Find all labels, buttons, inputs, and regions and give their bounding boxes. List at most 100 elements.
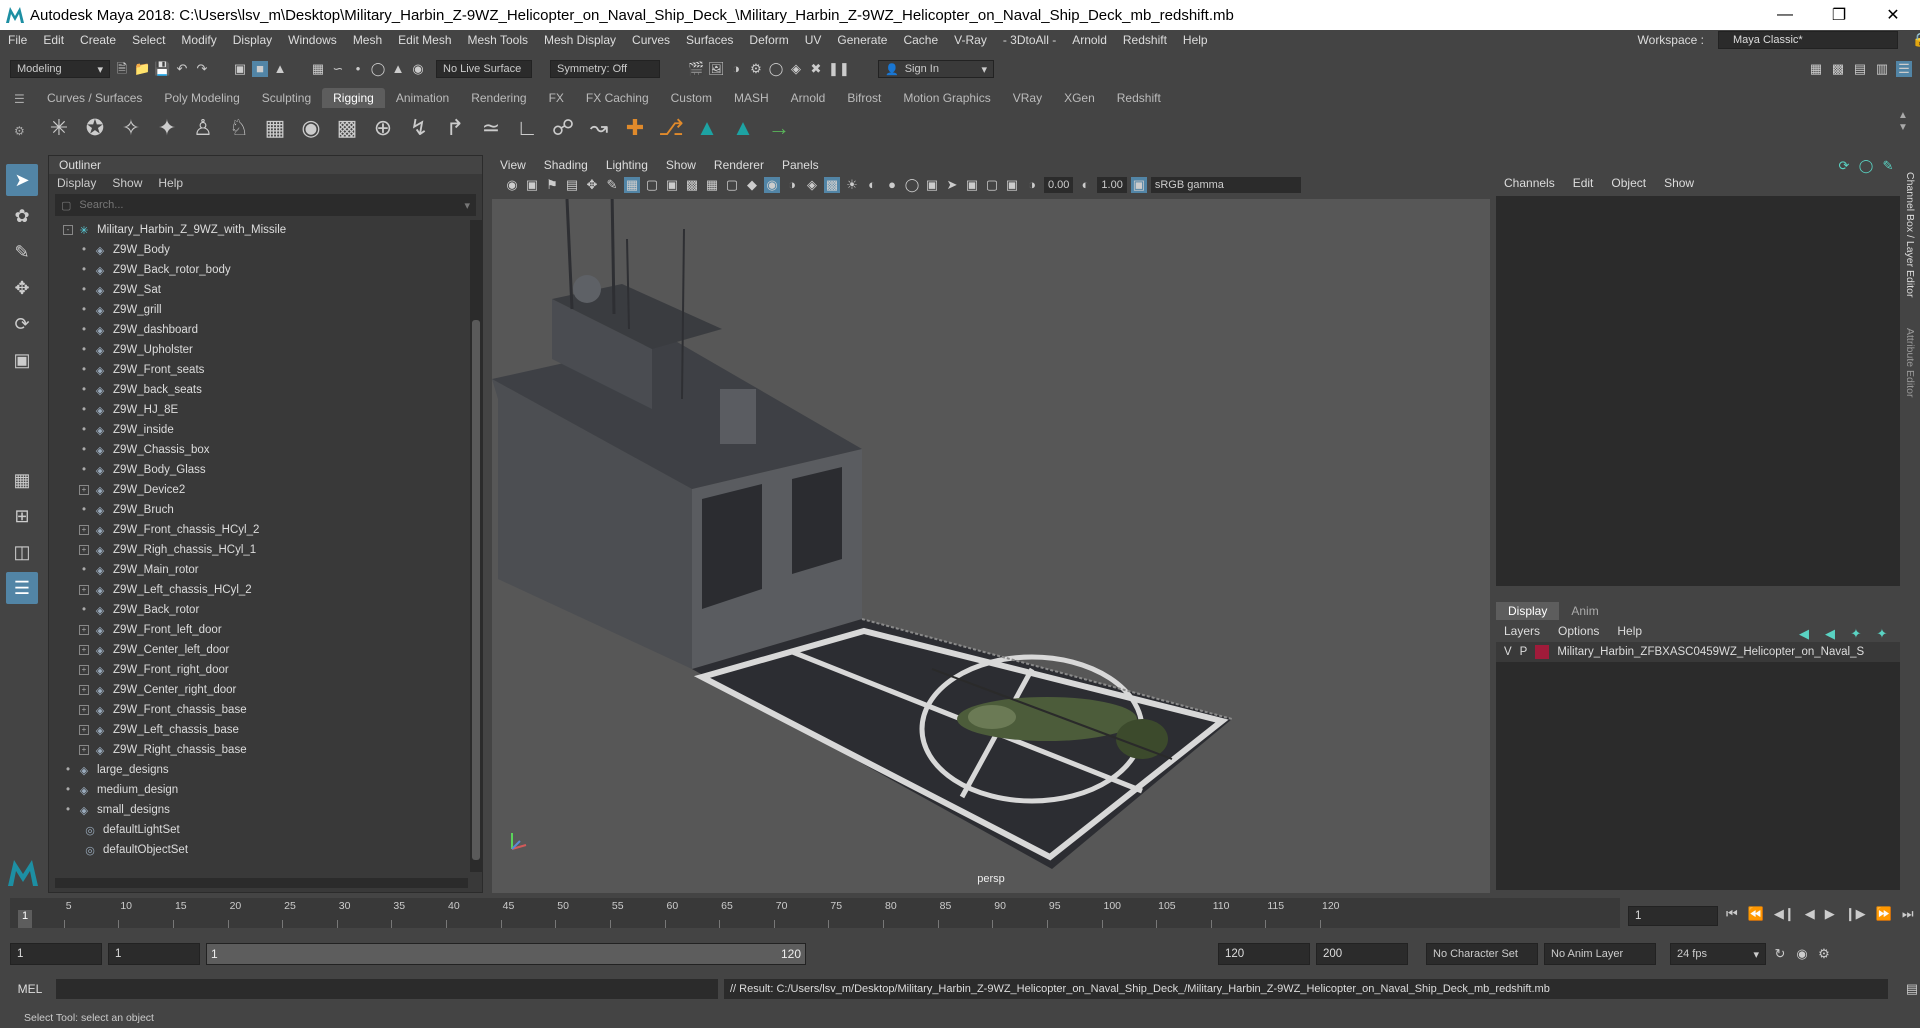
menu-modify[interactable]: Modify [173,33,224,47]
outliner-item[interactable]: ◎ defaultLightSet [49,820,468,840]
parent-constraint-icon[interactable]: ⎇ [658,115,684,141]
shelf-tab-xgen[interactable]: XGen [1053,88,1106,108]
smooth-shade-icon[interactable]: ◉ [764,177,780,193]
3d-scene-view[interactable] [492,188,1490,893]
viewport-menu-shading[interactable]: Shading [544,158,588,172]
menu-redshift[interactable]: Redshift [1115,33,1175,47]
render-view-icon[interactable]: 🖼 [708,61,725,77]
grid-icon[interactable]: ▦ [624,177,640,193]
menu-select[interactable]: Select [124,33,173,47]
move-tool-icon[interactable]: ✥ [6,272,38,304]
outliner-item[interactable]: • ◈ Z9W_Upholster [49,340,468,360]
single-perspective-layout-icon[interactable]: ▦ [6,464,38,496]
shelf-tab-fx-caching[interactable]: FX Caching [575,88,660,108]
auto-key-icon[interactable]: ◉ [1794,946,1810,962]
exposure-field[interactable]: 0.00 [1044,177,1074,193]
viewport-menu-panels[interactable]: Panels [782,158,819,172]
menu-cache[interactable]: Cache [895,33,946,47]
select-tool-icon[interactable]: ➤ [6,164,38,196]
layer-tab-display[interactable]: Display [1496,602,1560,620]
field-chart-icon[interactable]: ▦ [704,177,720,193]
outliner-item[interactable]: • ◈ Z9W_Bruch [49,500,468,520]
outliner-item[interactable]: + ◈ Z9W_Center_left_door [49,640,468,660]
step-back-key-icon[interactable]: ⏪ [1748,906,1764,922]
outliner-menu-display[interactable]: Display [57,176,96,190]
gamma-icon[interactable]: ◐ [1077,177,1093,193]
motion-blur-icon[interactable]: ◯ [904,177,920,193]
layer-playback[interactable]: P [1520,646,1528,658]
layer-name[interactable]: Military_Harbin_ZFBXASC0459WZ_Helicopter… [1557,646,1864,658]
outliner-item[interactable]: • ◈ Z9W_Sat [49,280,468,300]
channel-box-menu-edit[interactable]: Edit [1573,176,1594,190]
anti-aliasing-icon[interactable]: ▣ [924,177,940,193]
expand-icon[interactable]: + [79,705,89,715]
menu-mesh-display[interactable]: Mesh Display [536,33,624,47]
scale-tool-icon[interactable]: ▣ [6,344,38,376]
xray-joints-icon[interactable]: ▣ [964,177,980,193]
move-layer-up-icon[interactable]: ◀ [1796,626,1812,642]
point-constraint-icon[interactable]: ✚ [622,115,648,141]
select-by-object-icon[interactable]: ■ [252,61,268,77]
vray-render-icon[interactable]: ◈ [788,61,804,77]
shelf-tab-custom[interactable]: Custom [660,88,723,108]
new-scene-icon[interactable]: 🗎 [114,61,130,77]
render-icon[interactable]: 🎬 [688,61,704,77]
mode-dropdown[interactable]: Modeling ▾ [10,60,110,78]
range-slider[interactable]: 1 120 [206,943,806,965]
shelf-settings-icon[interactable]: ⚙ [14,124,25,138]
side-tab-attribute-editor[interactable]: Attribute Editor [1904,328,1916,397]
outliner-item[interactable]: • ◈ Z9W_inside [49,420,468,440]
human-ik-icon[interactable]: ♘ [226,115,252,141]
shelf-menu-icon[interactable]: ☰ [14,92,30,106]
outliner-item[interactable]: • ◈ Z9W_Back_rotor [49,600,468,620]
outliner-item[interactable]: • ◈ medium_design [49,780,468,800]
symmetry-dropdown[interactable]: Symmetry: Off [550,60,660,78]
expand-icon[interactable]: + [79,645,89,655]
image-plane-icon[interactable]: ▤ [564,177,580,193]
menu-arnold[interactable]: Arnold [1064,33,1115,47]
rotate-tool-icon[interactable]: ⟳ [6,308,38,340]
gate-mask-icon[interactable]: ▩ [684,177,700,193]
current-frame-field[interactable]: 1 [1628,906,1718,926]
persp-outliner-layout-icon[interactable]: ◫ [6,536,38,568]
step-forward-key-icon[interactable]: ⏩ [1876,906,1892,922]
current-frame-marker[interactable]: 1 [18,910,32,928]
expand-icon[interactable]: + [79,685,89,695]
minimize-button[interactable]: — [1758,0,1812,30]
expand-icon[interactable]: + [79,665,89,675]
outliner-vscroll[interactable] [470,220,482,872]
insert-joint-icon[interactable]: ✪ [82,115,108,141]
shadows-icon[interactable]: ◐ [864,177,880,193]
joint-tool-icon[interactable]: ✳ [46,115,72,141]
pause-icon[interactable]: ❚❚ [828,61,850,77]
outliner-hscroll[interactable] [55,878,468,888]
outliner-item[interactable]: + ◈ Z9W_Left_chassis_HCyl_2 [49,580,468,600]
shelf-tab-bifrost[interactable]: Bifrost [836,88,892,108]
expand-icon[interactable]: + [79,625,89,635]
fps-dropdown[interactable]: 24 fps ▾ [1670,943,1766,965]
xray-active-icon[interactable]: ▢ [984,177,1000,193]
pole-vector-icon[interactable]: → [766,115,792,141]
outliner-item[interactable]: • ◈ small_designs [49,800,468,820]
ik-handle-icon[interactable]: ↯ [406,115,432,141]
outliner-item[interactable]: • ◈ Z9W_Back_rotor_body [49,260,468,280]
viewport-menu-show[interactable]: Show [666,158,696,172]
expand-icon[interactable]: + [79,525,89,535]
loop-icon[interactable]: ↻ [1772,946,1788,962]
restore-button[interactable]: ❐ [1812,0,1866,30]
safe-action-icon[interactable]: ▢ [724,177,740,193]
bind-skin-icon[interactable]: ▦ [262,115,288,141]
ipr-icon[interactable]: ◑ [728,61,744,77]
outliner-item[interactable]: + ◈ Z9W_Front_right_door [49,660,468,680]
outliner-item[interactable]: • ◈ Z9W_Body_Glass [49,460,468,480]
layer-color-swatch[interactable] [1535,645,1550,659]
wireframe-icon[interactable]: ◆ [744,177,760,193]
collapse-icon[interactable]: - [63,225,73,235]
live-surface-field[interactable]: No Live Surface [436,60,532,78]
tool-settings-icon[interactable]: ▥ [1874,61,1890,77]
outliner-item[interactable]: • ◈ Z9W_grill [49,300,468,320]
outliner-item[interactable]: + ◈ Z9W_Righ_chassis_HCyl_1 [49,540,468,560]
quick-rig-icon[interactable]: ♙ [190,115,216,141]
layer-tab-anim[interactable]: Anim [1559,602,1610,620]
end-time-field[interactable]: 200 [1316,943,1408,965]
